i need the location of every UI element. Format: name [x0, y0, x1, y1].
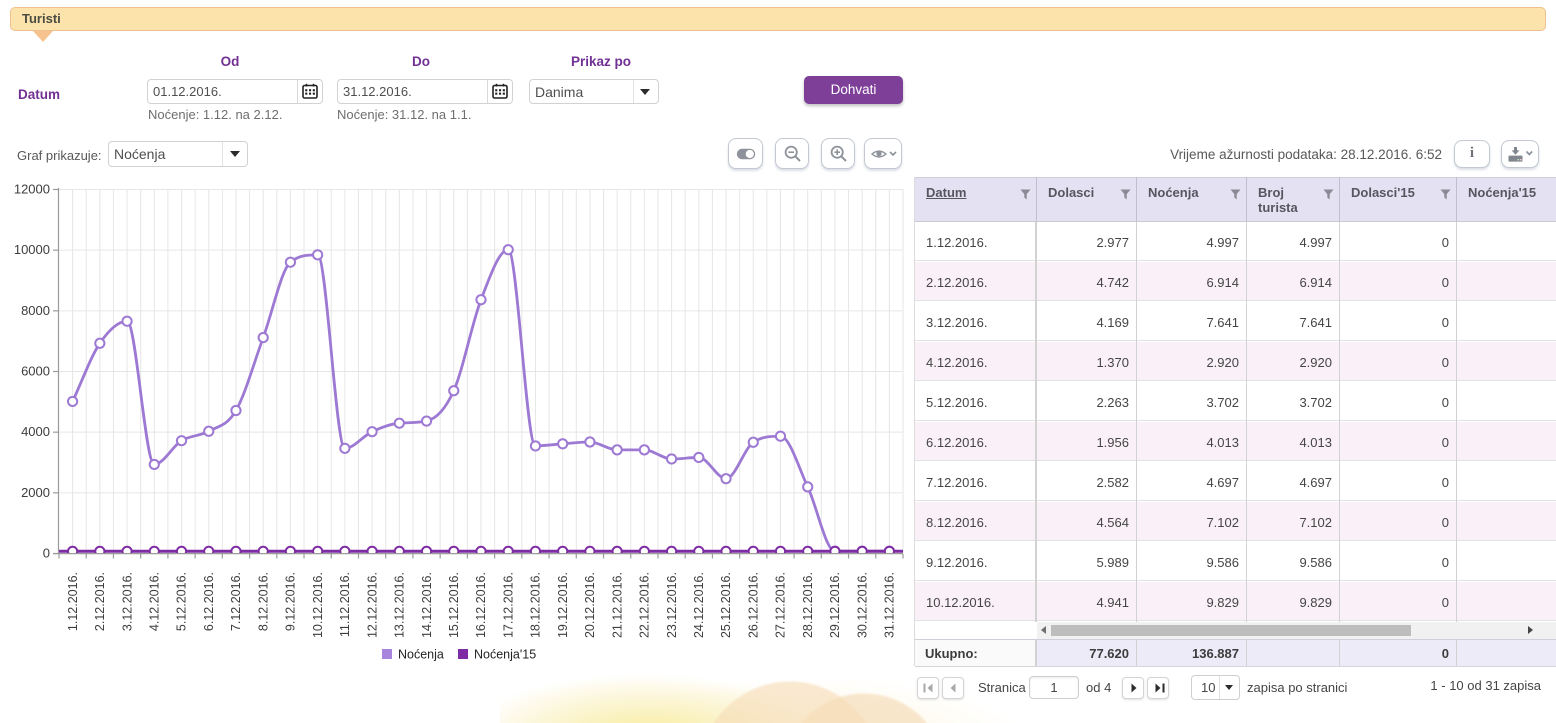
svg-text:6.12.2016.: 6.12.2016.: [202, 572, 216, 631]
svg-text:Noćenja: Noćenja: [398, 648, 444, 662]
svg-text:12000: 12000: [14, 182, 50, 197]
svg-text:12.12.2016.: 12.12.2016.: [365, 572, 379, 638]
svg-text:18.12.2016.: 18.12.2016.: [529, 572, 543, 638]
svg-text:7.12.2016.: 7.12.2016.: [229, 572, 243, 631]
svg-text:16.12.2016.: 16.12.2016.: [474, 572, 488, 638]
svg-text:5.12.2016.: 5.12.2016.: [175, 572, 189, 631]
svg-text:0: 0: [43, 546, 50, 561]
svg-text:20.12.2016.: 20.12.2016.: [583, 572, 597, 638]
svg-text:25.12.2016.: 25.12.2016.: [719, 572, 733, 638]
svg-text:9.12.2016.: 9.12.2016.: [284, 572, 298, 631]
svg-text:17.12.2016.: 17.12.2016.: [501, 572, 515, 638]
svg-text:3.12.2016.: 3.12.2016.: [120, 572, 134, 631]
svg-text:31.12.2016.: 31.12.2016.: [883, 572, 897, 638]
svg-text:13.12.2016.: 13.12.2016.: [393, 572, 407, 638]
svg-text:19.12.2016.: 19.12.2016.: [556, 572, 570, 638]
svg-text:8.12.2016.: 8.12.2016.: [256, 572, 270, 631]
svg-text:Noćenja'15: Noćenja'15: [474, 648, 536, 662]
svg-text:24.12.2016.: 24.12.2016.: [692, 572, 706, 638]
svg-text:29.12.2016.: 29.12.2016.: [828, 572, 842, 638]
svg-text:26.12.2016.: 26.12.2016.: [746, 572, 760, 638]
svg-text:2.12.2016.: 2.12.2016.: [93, 572, 107, 631]
svg-text:4.12.2016.: 4.12.2016.: [147, 572, 161, 631]
svg-text:2000: 2000: [21, 485, 50, 500]
svg-text:1.12.2016.: 1.12.2016.: [66, 572, 80, 631]
svg-text:11.12.2016.: 11.12.2016.: [338, 572, 352, 637]
svg-text:27.12.2016.: 27.12.2016.: [774, 572, 788, 638]
svg-text:30.12.2016.: 30.12.2016.: [855, 572, 869, 638]
svg-text:4000: 4000: [21, 424, 50, 439]
svg-text:21.12.2016.: 21.12.2016.: [610, 572, 624, 638]
svg-text:28.12.2016.: 28.12.2016.: [801, 572, 815, 638]
svg-text:8000: 8000: [21, 303, 50, 318]
svg-text:10.12.2016.: 10.12.2016.: [311, 572, 325, 638]
svg-text:23.12.2016.: 23.12.2016.: [665, 572, 679, 638]
svg-text:10000: 10000: [14, 242, 50, 257]
svg-text:22.12.2016.: 22.12.2016.: [638, 572, 652, 638]
svg-text:6000: 6000: [21, 364, 50, 379]
svg-text:14.12.2016.: 14.12.2016.: [420, 572, 434, 638]
svg-text:15.12.2016.: 15.12.2016.: [447, 572, 461, 638]
